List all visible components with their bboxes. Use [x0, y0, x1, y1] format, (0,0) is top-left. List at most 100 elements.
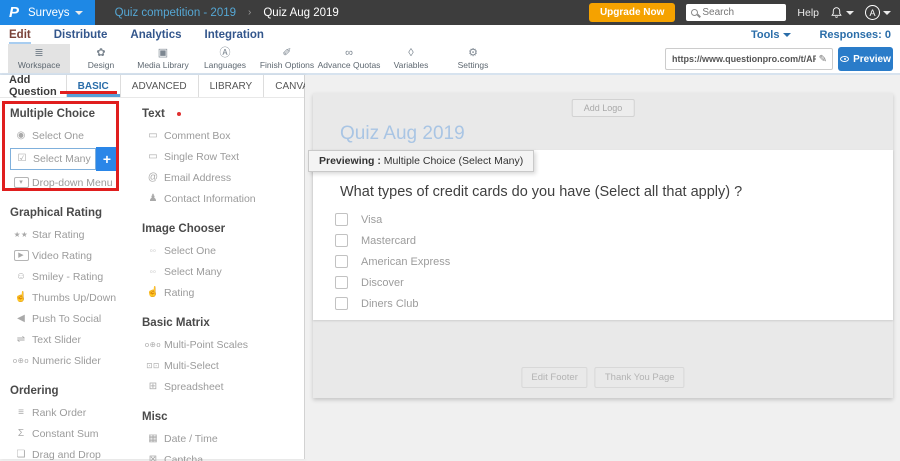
- question-type-comment-box[interactable]: ▭ Comment Box: [142, 125, 304, 146]
- search-input[interactable]: [702, 7, 782, 18]
- section-title: Image Chooser: [142, 223, 226, 235]
- tab-advanced[interactable]: ADVANCED: [119, 75, 198, 97]
- survey-url-input[interactable]: [666, 54, 819, 64]
- question-type-rank-order[interactable]: ≡ Rank Order: [10, 402, 128, 423]
- select-one-icon: ◉: [16, 129, 26, 141]
- responses-count[interactable]: Responses: 0: [819, 29, 891, 41]
- toolbar-item-workspace[interactable]: ≣ Workspace: [8, 44, 70, 73]
- image-select-one-icon: ▫▫: [149, 245, 157, 255]
- eye-icon: [840, 56, 850, 62]
- answer-option-diners-club[interactable]: Diners Club: [335, 293, 893, 314]
- question-type-rating[interactable]: ☝ Rating: [142, 282, 304, 303]
- add-question-plus-button[interactable]: +: [96, 147, 118, 171]
- question-type-select-many[interactable]: ☑ Select Many +: [10, 147, 128, 171]
- account-menu[interactable]: A: [865, 5, 891, 20]
- upgrade-now-button[interactable]: Upgrade Now: [588, 3, 676, 22]
- avatar: A: [865, 5, 880, 20]
- checkbox[interactable]: [335, 276, 348, 289]
- toolbar-item-label: Variables: [393, 59, 429, 70]
- question-type-numeric-slider[interactable]: o⊕o Numeric Slider: [10, 350, 128, 371]
- tools-menu[interactable]: Tools: [751, 29, 792, 41]
- question-type-date-time[interactable]: ▦ Date / Time: [142, 428, 304, 449]
- toolbar-item-media-library[interactable]: ▣ Media Library: [132, 44, 194, 73]
- checkbox[interactable]: [335, 213, 348, 226]
- questionpro-logo-icon[interactable]: P: [9, 4, 19, 21]
- question-type-label: Drop-down Menu: [32, 176, 113, 189]
- question-type-email-address[interactable]: @ Email Address: [142, 167, 304, 188]
- advance-quotas-icon: ∞: [345, 46, 353, 59]
- tab-basic[interactable]: BASIC: [59, 75, 120, 97]
- menu-item-distribute[interactable]: Distribute: [54, 29, 108, 41]
- breadcrumb-survey-name[interactable]: Quiz competition - 2019: [115, 7, 236, 19]
- question-type-single-row-text[interactable]: ▭ Single Row Text: [142, 146, 304, 167]
- section-title: Basic Matrix: [142, 317, 210, 329]
- rank-order-icon: ≡: [18, 406, 24, 418]
- toolbar-item-label: Languages: [203, 59, 247, 70]
- question-type-contact-information[interactable]: ♟ Contact Information: [142, 188, 304, 209]
- question-type-constant-sum[interactable]: Σ Constant Sum: [10, 423, 128, 444]
- checkbox[interactable]: [335, 255, 348, 268]
- surveys-menu[interactable]: Surveys: [28, 7, 83, 19]
- checkbox[interactable]: [335, 234, 348, 247]
- question-type-multi-select[interactable]: ⊡⊡ Multi-Select: [142, 355, 304, 376]
- question-type-drop-down-menu[interactable]: ▾ Drop-down Menu: [10, 172, 128, 193]
- question-type-drag-and-drop[interactable]: ❏ Drag and Drop: [10, 444, 128, 461]
- toolbar-item-design[interactable]: ✿ Design: [70, 44, 132, 73]
- search-icon: [691, 9, 699, 16]
- contact-information-icon: ♟: [148, 192, 158, 204]
- chevron-down-icon: [783, 32, 792, 37]
- question-type-select-many[interactable]: ▫▫ Select Many: [142, 261, 304, 282]
- preview-button[interactable]: Preview: [838, 47, 893, 71]
- tab-library[interactable]: LIBRARY: [197, 75, 264, 97]
- thank-you-page-button[interactable]: Thank You Page: [594, 367, 685, 388]
- annotation-underline: [59, 91, 117, 94]
- survey-url-box: ✎: [665, 48, 833, 70]
- question-card: Previewing : Multiple Choice (Select Man…: [308, 150, 893, 320]
- edit-footer-button[interactable]: Edit Footer: [521, 367, 588, 388]
- section-title: Multiple Choice: [10, 108, 95, 120]
- question-type-smiley-rating[interactable]: ☺ Smiley - Rating: [10, 266, 128, 287]
- notifications-menu[interactable]: [830, 6, 854, 20]
- question-type-label: Drag and Drop: [32, 448, 101, 461]
- survey-page: Add Logo Quiz Aug 2019 Previewing : Mult…: [308, 93, 893, 398]
- question-type-spreadsheet[interactable]: ⊞ Spreadsheet: [142, 376, 304, 397]
- question-type-text-slider[interactable]: ⇌ Text Slider: [10, 329, 128, 350]
- question-type-label: Rating: [164, 286, 195, 299]
- question-type-thumbs-up-down[interactable]: ☝ Thumbs Up/Down: [10, 287, 128, 308]
- question-type-select-one[interactable]: ◉ Select One: [10, 125, 128, 146]
- question-type-video-rating[interactable]: ▶ Video Rating: [10, 245, 128, 266]
- question-type-star-rating[interactable]: ★★ Star Rating: [10, 224, 128, 245]
- toolbar-item-label: Design: [87, 59, 115, 70]
- menu-item-edit[interactable]: Edit: [9, 29, 31, 44]
- toolbar-item-variables[interactable]: ◊ Variables: [380, 44, 442, 73]
- answer-options: Visa Mastercard American Express Discover Di…: [335, 209, 893, 314]
- help-link[interactable]: Help: [797, 7, 819, 19]
- question-type-captcha[interactable]: ⊠ Captcha: [142, 449, 304, 461]
- menu-item-integration[interactable]: Integration: [205, 29, 264, 41]
- question-type-label: Single Row Text: [164, 150, 240, 163]
- question-type-push-to-social[interactable]: ◀ Push To Social: [10, 308, 128, 329]
- section-title: Ordering: [10, 385, 59, 397]
- menu-item-analytics[interactable]: Analytics: [130, 29, 181, 41]
- question-type-multi-point-scales[interactable]: o⊕o Multi-Point Scales: [142, 334, 304, 355]
- toolbar-item-settings[interactable]: ⚙ Settings: [442, 44, 504, 73]
- image-rating-icon: ☝: [146, 286, 160, 298]
- answer-option-american-express[interactable]: American Express: [335, 251, 893, 272]
- toolbar-item-advance-quotas[interactable]: ∞ Advance Quotas: [318, 44, 381, 73]
- toolbar-item-languages[interactable]: Ⓐ Languages: [194, 44, 256, 73]
- add-logo-button[interactable]: Add Logo: [571, 99, 635, 117]
- section-image-chooser: Image Chooser ▫▫ Select One ▫▫ Select Many ☝ R…: [142, 223, 304, 303]
- answer-option-label: Diners Club: [361, 297, 419, 310]
- question-type-label: Push To Social: [32, 312, 102, 325]
- answer-option-mastercard[interactable]: Mastercard: [335, 230, 893, 251]
- checkbox[interactable]: [335, 297, 348, 310]
- edit-url-pencil-icon[interactable]: ✎: [819, 54, 832, 65]
- question-type-label: Constant Sum: [32, 427, 99, 440]
- answer-option-visa[interactable]: Visa: [335, 209, 893, 230]
- toolbar-item-finish-options[interactable]: ✐ Finish Options: [256, 44, 318, 73]
- chevron-down-icon: [883, 10, 891, 15]
- question-type-select-one[interactable]: ▫▫ Select One: [142, 240, 304, 261]
- question-type-label: Select Many: [33, 153, 91, 165]
- answer-option-discover[interactable]: Discover: [335, 272, 893, 293]
- image-select-many-icon: ▫▫: [149, 266, 157, 276]
